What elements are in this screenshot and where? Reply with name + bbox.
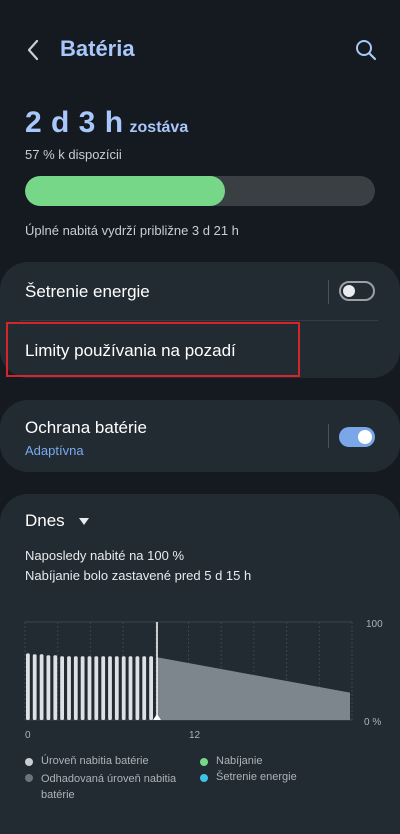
battery-usage-chart: 100 0 % 0 12 <box>24 619 383 741</box>
chart-bar <box>26 653 30 720</box>
chart-estimate <box>153 622 350 720</box>
charging-stopped-info: Nabíjanie bolo zastavené pred 5 d 15 h <box>25 568 252 583</box>
chart-bar <box>60 656 64 720</box>
back-button[interactable] <box>22 36 46 64</box>
legend-label: Šetrenie energie <box>216 771 297 783</box>
remaining-time: 2 d 3 h zostáva <box>25 106 188 140</box>
chart-bar <box>73 656 78 720</box>
caret-down-icon <box>78 517 89 525</box>
legend-label: Nabíjanie <box>216 755 263 767</box>
power-saving-label[interactable]: Šetrenie energie <box>25 282 150 302</box>
chart-bars <box>26 653 153 720</box>
chart-bar <box>128 656 133 720</box>
period-dropdown[interactable]: Dnes <box>25 511 89 531</box>
chart-bar <box>39 654 44 720</box>
legend-label: Odhadovaná úroveň nabitia batérie <box>41 773 177 801</box>
legend-battery-level: Úroveň nabitia batérie <box>25 755 195 767</box>
chart-bar <box>149 656 153 720</box>
x-tick-label-mid: 12 <box>189 730 201 741</box>
y-tick-label-top: 100 <box>366 619 383 630</box>
legend-dot <box>200 774 208 782</box>
highlight-annotation <box>6 322 300 377</box>
chart-bar <box>108 656 112 720</box>
battery-protection-card: Ochrana batérie <box>0 400 400 472</box>
page-title: Batéria <box>60 36 135 61</box>
chart-bar <box>67 656 71 720</box>
chart-bar <box>80 656 85 720</box>
chart-bar <box>121 656 126 720</box>
legend-label: Úroveň nabitia batérie <box>41 755 149 767</box>
chart-bar <box>53 655 58 720</box>
chevron-left-icon <box>27 39 39 61</box>
chart-bar <box>114 656 119 720</box>
app-header: Batéria <box>0 0 400 100</box>
chart-bar <box>135 656 140 720</box>
chart-bar <box>101 656 106 720</box>
remaining-time-suffix: zostáva <box>129 119 189 136</box>
legend-dot <box>25 758 33 766</box>
available-percent: 57 % k dispozícii <box>25 147 122 162</box>
legend-estimated: Odhadovaná úroveň nabitia batérie <box>25 771 195 803</box>
battery-level-bar <box>25 176 375 206</box>
y-tick-label-bottom: 0 % <box>364 717 381 728</box>
battery-protection-value: Adaptívna <box>25 443 84 458</box>
divider <box>328 424 329 448</box>
power-saving-toggle[interactable] <box>339 281 375 301</box>
battery-protection-toggle[interactable] <box>339 427 375 447</box>
chart-bar <box>32 654 37 720</box>
toggle-knob <box>358 430 372 444</box>
remaining-time-value: 2 d 3 h <box>25 106 124 139</box>
battery-level-fill <box>25 176 225 206</box>
search-icon <box>356 40 377 61</box>
full-charge-estimate: Úplné nabitá vydrží približne 3 d 21 h <box>25 223 239 238</box>
chart-bar <box>142 656 147 720</box>
legend-power-saving: Šetrenie energie <box>200 771 297 783</box>
divider <box>328 280 329 304</box>
chart-bar <box>46 655 51 720</box>
chart-bar <box>94 656 99 720</box>
legend-charging: Nabíjanie <box>200 755 262 767</box>
legend-dot <box>25 774 33 782</box>
search-button[interactable] <box>354 38 378 62</box>
battery-protection-label[interactable]: Ochrana batérie <box>25 418 147 438</box>
period-dropdown-label: Dnes <box>25 511 65 530</box>
legend-dot <box>200 758 208 766</box>
divider <box>20 320 378 321</box>
x-tick-label-start: 0 <box>25 730 31 741</box>
last-charged-info: Naposledy nabité na 100 % <box>25 548 185 563</box>
toggle-knob <box>343 285 355 297</box>
chart-bar <box>87 656 92 720</box>
